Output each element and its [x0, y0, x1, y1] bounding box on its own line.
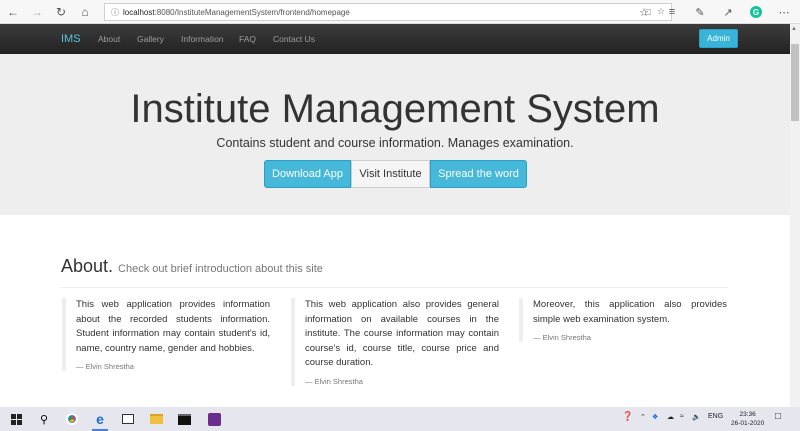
help-icon[interactable]: ❓ — [622, 411, 633, 422]
spread-the-word-button[interactable]: Spread the word — [430, 160, 527, 188]
scroll-up-icon[interactable]: ▲ — [791, 26, 797, 32]
quote-text: This web application also provides gener… — [305, 299, 499, 368]
download-app-button[interactable]: Download App — [264, 160, 351, 188]
about-title: About. — [61, 256, 114, 276]
reading-list-icon[interactable]: ≡ — [660, 3, 684, 21]
home-button[interactable]: ⌂ — [74, 1, 96, 23]
nav-link-faq[interactable]: FAQ — [239, 34, 256, 44]
edge-icon[interactable]: e — [92, 411, 108, 427]
hero-button-group: Download App Visit Institute Spread the … — [264, 160, 527, 188]
pen-icon[interactable]: ✎ — [688, 3, 712, 21]
about-quote-1: This web application provides informatio… — [62, 298, 270, 371]
more-menu-icon[interactable]: ⋯ — [772, 3, 796, 21]
back-button[interactable]: ← — [2, 1, 24, 23]
nav-link-contact-us[interactable]: Contact Us — [273, 34, 315, 44]
app-icon[interactable] — [206, 411, 222, 427]
nav-link-gallery[interactable]: Gallery — [137, 34, 164, 44]
hero-section: Institute Management System Contains stu… — [0, 54, 790, 215]
info-icon: ⓘ — [111, 7, 119, 17]
clock-time: 23:36 — [739, 411, 756, 418]
address-bar[interactable]: ⓘ localhost:8080/InstituteManagementSyst… — [104, 3, 672, 21]
task-view-icon[interactable] — [120, 411, 136, 427]
cloud-icon[interactable]: ☁ — [667, 413, 674, 421]
about-quote-3: Moreover, this application also provides… — [519, 298, 727, 342]
windows-taskbar: ⚲ e ❓ ⌃ ❖ ☁ ≈ 🔈 ENG 23:36 26-01-2020 □ — [0, 407, 800, 431]
refresh-button[interactable]: ↻ — [50, 1, 72, 23]
wifi-icon[interactable]: ≈ — [680, 413, 684, 420]
quote-author: — Elvin Shrestha — [76, 362, 134, 371]
file-explorer-icon[interactable] — [148, 411, 164, 427]
search-icon[interactable]: ⚲ — [36, 411, 52, 427]
terminal-icon[interactable] — [176, 411, 192, 427]
about-subtitle: Check out brief introduction about this … — [118, 263, 323, 275]
url-host: localhost — [123, 7, 155, 17]
nav-link-information[interactable]: Information — [181, 34, 224, 44]
about-quote-2: This web application also provides gener… — [291, 298, 499, 386]
admin-button[interactable]: Admin — [699, 29, 738, 48]
dropbox-icon[interactable]: ❖ — [652, 413, 658, 421]
browser-toolbar: ← → ↻ ⌂ ⓘ localhost:8080/InstituteManage… — [0, 0, 800, 24]
clock-date: 26-01-2020 — [731, 420, 765, 427]
quote-author: — Elvin Shrestha — [305, 376, 363, 386]
nav-link-about[interactable]: About — [98, 34, 120, 44]
notification-icon[interactable]: □ — [775, 411, 781, 422]
language-indicator[interactable]: ENG — [708, 413, 723, 420]
quote-author: — Elvin Shrestha — [533, 333, 591, 342]
volume-icon[interactable]: 🔈 — [692, 413, 701, 421]
page-scrollbar[interactable]: ▲ — [790, 24, 800, 407]
share-icon[interactable]: ↗ — [716, 3, 740, 21]
forward-button[interactable]: → — [26, 1, 48, 23]
show-hidden-icons[interactable]: ⌃ — [640, 413, 646, 421]
scroll-thumb[interactable] — [791, 44, 799, 121]
brand-logo[interactable]: IMS — [61, 33, 81, 45]
visit-institute-button[interactable]: Visit Institute — [351, 160, 430, 188]
windows-start-icon[interactable] — [8, 411, 24, 427]
quote-text: This web application provides informatio… — [76, 299, 270, 354]
chrome-icon[interactable] — [64, 411, 80, 427]
about-heading: About. Check out brief introduction abou… — [61, 256, 323, 277]
section-divider — [61, 287, 728, 288]
quote-text: Moreover, this application also provides… — [533, 299, 727, 325]
grammarly-icon[interactable]: G — [744, 3, 768, 21]
favorites-hub-icon[interactable]: ☆ — [632, 3, 656, 21]
system-clock[interactable]: 23:36 26-01-2020 — [731, 410, 764, 428]
url-path: :8080/InstituteManagementSystem/frontend… — [154, 7, 350, 17]
top-navbar: IMS About Gallery Information FAQ Contac… — [0, 24, 790, 54]
page-subtitle: Contains student and course information.… — [216, 136, 574, 150]
page-title: Institute Management System — [130, 87, 660, 131]
